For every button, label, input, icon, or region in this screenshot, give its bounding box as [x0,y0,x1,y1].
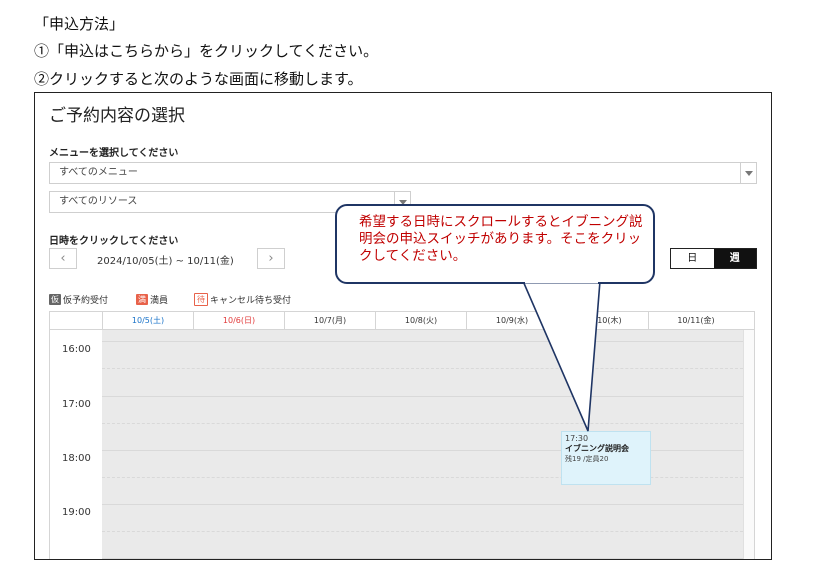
booking-screenshot: ご予約内容の選択 メニューを選択してください すべてのメニュー すべてのリソース… [34,92,772,560]
date-range: 2024/10/05(土) ~ 10/11(金) [97,256,234,267]
menu-label: メニューを選択してください [49,148,179,159]
doc-step-1: ①「申込はこちらから」をクリックしてください。 [34,42,379,60]
waitlist-badge-icon: 待 [194,293,208,306]
evening-session-event[interactable]: 17:30 イブニング説明会 残19 /定員20 [561,431,651,485]
resource-select-value: すべてのリソース [59,196,138,207]
day-header[interactable]: 10/11(金) [648,312,743,330]
day-header[interactable]: 10/10(木) [557,312,648,330]
menu-select[interactable]: すべてのメニュー [49,162,757,184]
day-header[interactable]: 10/9(水) [466,312,557,330]
date-label: 日時をクリックしてください [49,236,179,247]
day-header[interactable]: 10/8(火) [375,312,466,330]
event-name: イブニング説明会 [565,444,629,453]
menu-select-value: すべてのメニュー [59,167,138,178]
legend-text: 仮予約受付 [63,296,109,306]
chevron-down-icon [740,163,756,183]
legend-item-provisional: 仮仮予約受付 [49,293,108,306]
chevron-right-icon: › [268,251,274,266]
time-label: 16:00 [62,344,91,355]
prev-week-button[interactable]: ‹ [49,248,77,269]
day-header[interactable]: 10/6(日) [193,312,284,330]
doc-step-2: ②クリックすると次のような画面に移動します。 [34,70,363,88]
view-toggle: 日 週 [670,248,757,269]
event-seats: 残19 /定員20 [565,455,609,463]
day-header[interactable]: 10/5(土) [102,312,193,330]
legend-text: 満員 [150,296,169,306]
chevron-left-icon: ‹ [60,251,66,266]
page-title: ご予約内容の選択 [49,106,185,126]
legend-item-full: 満満員 [136,293,168,306]
time-label: 17:00 [62,399,91,410]
provisional-badge-icon: 仮 [49,294,61,305]
doc-heading: 「申込方法」 [34,15,125,33]
legend-item-waitlist: 待キャンセル待ち受付 [194,293,291,306]
next-week-button[interactable]: › [257,248,285,269]
calendar-scrollbar[interactable] [743,330,754,559]
callout-text: 希望する日時にスクロールするとイブニング説明会の申込スイッチがあります。そこをク… [359,214,643,264]
time-label: 19:00 [62,507,91,518]
view-week-button[interactable]: 週 [713,249,756,268]
instruction-callout: 希望する日時にスクロールするとイブニング説明会の申込スイッチがあります。そこをク… [335,204,655,284]
time-label: 18:00 [62,453,91,464]
legend-text: キャンセル待ち受付 [210,296,292,306]
full-badge-icon: 満 [136,294,148,305]
day-header[interactable]: 10/7(月) [284,312,375,330]
event-time: 17:30 [565,434,589,443]
view-day-button[interactable]: 日 [671,249,714,268]
calendar-header: 10/5(土) 10/6(日) 10/7(月) 10/8(火) 10/9(水) … [50,312,754,330]
